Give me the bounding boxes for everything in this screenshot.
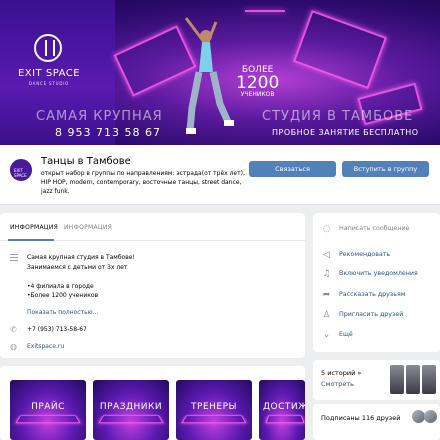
group-description: Самая крупная студия в Тамбове! Занимаем… [27, 254, 135, 299]
group-status: открыт набор в группы по направлениям: э… [41, 170, 245, 195]
send-message-item[interactable]: ◌ Написать сообщение [313, 220, 440, 238]
cover-tagline-left: САМАЯ КРУПНАЯ [36, 109, 163, 124]
recommend-item[interactable]: ◁ Рекомендовать [313, 246, 440, 264]
cover-brand-subtitle: DANCE STUDIO [28, 81, 70, 86]
story-thumbnail[interactable] [390, 365, 404, 394]
actions-menu: ◌ Написать сообщение ◁ Рекомендовать ♫ В… [313, 213, 440, 352]
website-link[interactable]: Exitspace.ru [27, 343, 64, 350]
menu-tile-trainers[interactable]: ТРЕНЕРЫ [176, 380, 252, 440]
friends-subscribed-label: Подписаны 116 друзей [321, 414, 401, 422]
group-menu-tiles: ПРАЙС ПРАЗДНИКИ ТРЕНЕРЫ ДОСТИЖЕ [0, 366, 305, 440]
avatar[interactable] [424, 410, 437, 423]
tab-info[interactable]: ИНФОРМАЦИЯ [10, 224, 58, 231]
cover-brand: EXIT SPACE [17, 68, 81, 79]
active-tab-indicator [8, 239, 54, 241]
globe-icon: ◍ [10, 342, 17, 351]
story-thumbnail[interactable] [422, 365, 436, 394]
share-item[interactable]: ➦ Рассказать друзьям [313, 286, 440, 304]
story-thumbnail[interactable] [406, 365, 420, 394]
show-more-link[interactable]: Показать полностью... [27, 309, 98, 316]
megaphone-icon: ◁ [323, 250, 330, 260]
contact-button[interactable]: Связаться [249, 161, 336, 177]
cover-phone: 8 953 713 58 67 [55, 126, 161, 139]
menu-tile-price[interactable]: ПРАЙС [10, 380, 86, 440]
add-user-icon: ♙ [322, 310, 331, 320]
invite-friends-item[interactable]: ♙ Пригласить друзей [313, 306, 440, 324]
tab-secondary-info[interactable]: ИНФОРМАЦИЯ [64, 224, 112, 231]
neon-shape [245, 10, 285, 12]
more-item[interactable]: ⌄ Ещё [313, 326, 440, 344]
group-cover: EXIT SPACE DANCE STUDIO БОЛЕЕ 1200 УЧЕНИ… [0, 0, 440, 145]
notifications-item[interactable]: ♫ Включить уведомления [313, 265, 440, 283]
info-card: ИНФОРМАЦИЯ ИНФОРМАЦИЯ Самая крупная студ… [0, 213, 305, 358]
info-tabs: ИНФОРМАЦИЯ ИНФОРМАЦИЯ [0, 213, 305, 241]
phone-icon: ✆ [10, 325, 17, 334]
stories-watch-link[interactable]: Смотреть [321, 380, 354, 388]
join-group-button[interactable]: Вступить в группу [342, 161, 429, 177]
stories-block[interactable]: 5 историй » Смотреть [313, 360, 440, 400]
cover-tagline-right: СТУДИЯ В ТАМБОВЕ [262, 109, 414, 124]
cover-promo: ПРОБНОЕ ЗАНЯТИЕ БЕСПЛАТНО [272, 128, 419, 137]
message-icon: ◌ [322, 224, 331, 234]
chevron-down-icon: ⌄ [322, 330, 331, 340]
stories-count: 5 историй » [321, 369, 362, 377]
bell-icon: ♫ [322, 269, 331, 279]
menu-tile-holidays[interactable]: ПРАЗДНИКИ [93, 380, 169, 440]
neon-shape [293, 9, 387, 90]
page-title: Танцы в Тамбове [41, 156, 131, 167]
cover-students-promo: БОЛЕЕ 1200 УЧЕНИКОВ [236, 65, 280, 98]
avatar[interactable]: EXIT SPACE [8, 157, 34, 183]
friends-subscribed-block[interactable]: Подписаны 116 друзей [313, 404, 440, 440]
contact-phone[interactable]: +7 (953) 713-58-67 [27, 326, 87, 333]
share-icon: ➦ [322, 290, 331, 300]
description-icon [10, 254, 18, 263]
dancer-image [184, 17, 234, 134]
studio-logo-icon [34, 34, 62, 62]
menu-tile-achievements[interactable]: ДОСТИЖЕ [259, 380, 305, 440]
